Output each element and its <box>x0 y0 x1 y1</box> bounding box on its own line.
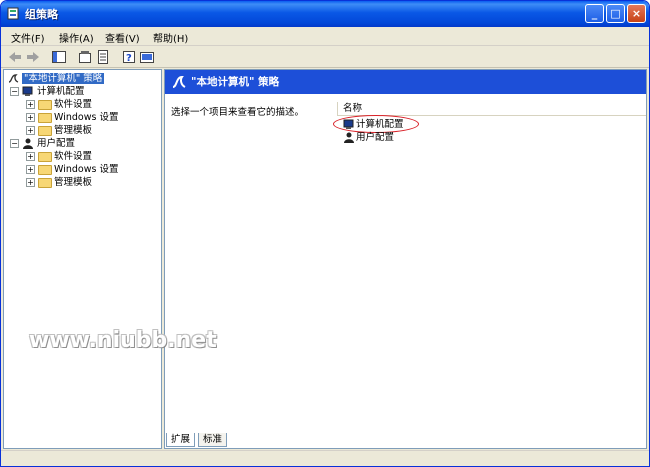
header-notch <box>165 94 333 102</box>
watermark: www.niubb.net <box>29 328 217 353</box>
menu-file[interactable]: 文件(F) <box>7 29 49 46</box>
policy-icon <box>172 75 186 88</box>
user-icon <box>23 138 34 149</box>
group-policy-icon <box>7 7 19 20</box>
tree-item-user-config[interactable]: − 用户配置 <box>10 137 75 150</box>
description-text: 选择一个项目来查看它的描述。 <box>171 107 305 118</box>
status-bar <box>1 450 649 466</box>
policy-icon <box>8 74 19 83</box>
expand-toggle[interactable]: + <box>26 165 35 174</box>
back-arrow-icon[interactable] <box>7 49 23 65</box>
expand-toggle[interactable]: + <box>26 113 35 122</box>
collapse-toggle[interactable]: − <box>10 139 19 148</box>
tree-item-windows-settings[interactable]: + Windows 设置 <box>26 111 118 124</box>
toolbar: ? <box>1 46 649 68</box>
tree-root[interactable]: "本地计算机" 策略 <box>7 72 105 85</box>
view-tabs: 扩展 标准 <box>164 433 647 447</box>
tree-item-admin-templates[interactable]: + 管理模板 <box>26 176 92 189</box>
tree-item-software-settings[interactable]: + 软件设置 <box>26 150 92 163</box>
item-list[interactable]: 名称 计算机配置 用户配置 <box>333 98 646 418</box>
console-icon[interactable] <box>139 49 155 65</box>
folder-icon <box>38 151 53 162</box>
tree-item-windows-settings[interactable]: + Windows 设置 <box>26 163 118 176</box>
tree-pane[interactable]: "本地计算机" 策略 − 计算机配置 + 软件设置 + Windows 设置 +… <box>3 69 162 449</box>
close-button[interactable]: × <box>627 4 646 23</box>
tree-item-computer-config[interactable]: − 计算机配置 <box>10 85 85 98</box>
expand-toggle[interactable]: + <box>26 126 35 135</box>
maximize-button[interactable]: □ <box>606 4 625 23</box>
user-icon <box>344 132 354 143</box>
properties-icon[interactable] <box>77 49 93 65</box>
forward-arrow-icon[interactable] <box>25 49 41 65</box>
collapse-toggle[interactable]: − <box>10 87 19 96</box>
svg-text:?: ? <box>126 53 132 64</box>
folder-icon <box>38 164 53 175</box>
folder-icon <box>38 112 53 123</box>
computer-icon <box>22 86 33 96</box>
show-tree-icon[interactable] <box>51 49 67 65</box>
expand-toggle[interactable]: + <box>26 152 35 161</box>
tree-item-software-settings[interactable]: + 软件设置 <box>26 98 92 111</box>
list-item[interactable]: 用户配置 <box>343 131 394 144</box>
export-list-icon[interactable] <box>95 49 111 65</box>
folder-icon <box>38 177 53 188</box>
menu-bar: 文件(F) 操作(A) 查看(V) 帮助(H) <box>1 27 649 46</box>
tab-standard[interactable]: 标准 <box>198 433 228 447</box>
details-pane[interactable]: "本地计算机" 策略 选择一个项目来查看它的描述。 名称 计算机配置 用户配置 <box>164 69 647 449</box>
menu-help[interactable]: 帮助(H) <box>149 29 192 46</box>
minimize-button[interactable]: _ <box>585 4 604 23</box>
help-icon[interactable]: ? <box>121 49 137 65</box>
details-header: "本地计算机" 策略 <box>165 70 646 94</box>
title-bar[interactable]: 组策略 _ □ × <box>1 1 649 27</box>
list-item[interactable]: 计算机配置 <box>333 115 419 133</box>
menu-action[interactable]: 操作(A) <box>55 29 98 46</box>
tab-extended[interactable]: 扩展 <box>166 433 196 447</box>
menu-view[interactable]: 查看(V) <box>101 29 144 46</box>
group-policy-window: 组策略 _ □ × 文件(F) 操作(A) 查看(V) 帮助(H) ? "本地计… <box>0 0 650 467</box>
tree-item-admin-templates[interactable]: + 管理模板 <box>26 124 92 137</box>
column-header-name[interactable]: 名称 <box>337 102 646 116</box>
window-title: 组策略 <box>25 8 58 21</box>
expand-toggle[interactable]: + <box>26 178 35 187</box>
expand-toggle[interactable]: + <box>26 100 35 109</box>
folder-icon <box>38 99 53 110</box>
folder-icon <box>38 125 53 136</box>
